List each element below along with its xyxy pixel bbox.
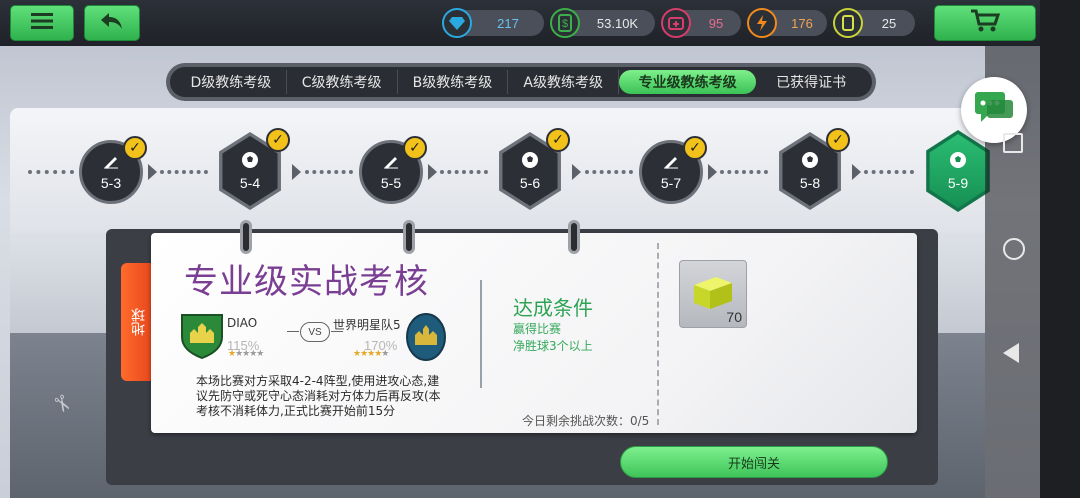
card-counter[interactable]: 25 (833, 8, 915, 38)
home-team-name: DIAO (227, 316, 258, 330)
shop-button[interactable] (934, 5, 1036, 41)
track-dots (160, 170, 208, 174)
track-arrow (572, 164, 581, 180)
tab-certificates[interactable]: 已获得证书 (756, 70, 866, 94)
check-icon: ✓ (266, 128, 290, 152)
exam-title: 专业级实战考核 (184, 262, 429, 302)
hamburger-icon (31, 12, 53, 34)
menu-button[interactable] (10, 5, 74, 41)
tab-a-level[interactable]: A级教练考级 (508, 70, 620, 94)
recent-apps-icon[interactable] (1003, 133, 1023, 153)
energy-icon (747, 8, 777, 38)
level-node-5-9[interactable]: 5-9 (921, 130, 995, 212)
away-team-name: 世界明星队5 (333, 318, 401, 332)
home-team-stars: ★★★★★ (228, 349, 264, 359)
chat-bubble-icon (973, 90, 1015, 130)
medkit-value: 95 (708, 15, 724, 31)
cash-counter[interactable]: $ 53.10K (550, 8, 655, 38)
pen-icon (383, 154, 399, 173)
card-value: 25 (881, 15, 897, 31)
diamond-value: 217 (497, 15, 519, 31)
energy-value: 176 (791, 15, 813, 31)
home-icon[interactable] (1003, 238, 1025, 260)
level-node-5-4[interactable]: ✓ 5-4 (214, 128, 290, 210)
level-node-5-7[interactable]: ✓ 5-7 (639, 136, 707, 204)
condition-item: 净胜球3个以上 (513, 339, 593, 353)
check-icon: ✓ (123, 136, 147, 160)
track-dots (720, 170, 768, 174)
binder-ring (240, 220, 252, 254)
divider (480, 280, 482, 388)
binder-ring (403, 220, 415, 254)
tab-pro-level[interactable]: 专业级教练考级 (619, 70, 757, 94)
level-node-5-3[interactable]: ✓ 5-3 (79, 136, 147, 204)
exam-tab-bar: D级教练考级 C级教练考级 B级教练考级 A级教练考级 专业级教练考级 已获得证… (166, 63, 876, 101)
level-node-5-5[interactable]: ✓ 5-5 (359, 136, 427, 204)
medkit-icon (661, 8, 691, 38)
card-icon (833, 8, 863, 38)
tab-b-level[interactable]: B级教练考级 (398, 70, 509, 94)
cart-icon (970, 9, 1001, 37)
reward-item[interactable]: 70 (679, 260, 747, 328)
vs-badge: VS (300, 322, 330, 342)
track-arrow (292, 164, 301, 180)
away-team-stars: ★★★★★ (353, 349, 389, 359)
back-arrow-icon (99, 11, 125, 35)
vs-line (287, 331, 299, 332)
right-edge (1040, 0, 1080, 498)
track-arrow (428, 164, 437, 180)
home-team-crest (180, 313, 224, 360)
track-arrow (708, 164, 717, 180)
exam-description: 本场比赛对方采取4-2-4阵型,使用进攻心态,建议先防守或死守心态消耗对方体力后… (196, 374, 441, 418)
track-dots (28, 170, 74, 174)
start-challenge-button[interactable]: 开始闯关 (620, 446, 888, 478)
track-dots (305, 170, 353, 174)
remaining-attempts: 今日剩余挑战次数：0/5 (522, 414, 650, 428)
conditions-title: 达成条件 (513, 296, 593, 320)
side-tab-label: 地球 (131, 308, 147, 336)
pen-icon (103, 154, 119, 173)
energy-counter[interactable]: 176 (747, 8, 827, 38)
soccer-ball-icon (801, 151, 819, 173)
check-icon: ✓ (683, 136, 707, 160)
track-arrow (148, 164, 157, 180)
track-dots (864, 170, 914, 174)
level-node-5-6[interactable]: ✓ 5-6 (494, 128, 570, 210)
condition-item: 赢得比赛 (513, 322, 562, 336)
android-back-icon[interactable] (1003, 343, 1019, 363)
binder-ring (568, 220, 580, 254)
back-button[interactable] (84, 5, 140, 41)
track-dots (585, 170, 633, 174)
check-icon: ✓ (546, 128, 570, 152)
level-node-5-8[interactable]: ✓ 5-8 (774, 128, 850, 210)
away-team-crest (406, 313, 446, 361)
check-icon: ✓ (826, 128, 850, 152)
diamond-counter[interactable]: 217 (442, 8, 544, 38)
cash-icon: $ (550, 8, 580, 38)
soccer-ball-icon (241, 151, 259, 173)
dashed-divider (657, 243, 659, 425)
pen-icon (663, 154, 679, 173)
diamond-icon (442, 8, 472, 38)
track-arrow (852, 164, 861, 180)
cash-value: 53.10K (596, 15, 639, 31)
soccer-ball-icon (949, 151, 967, 173)
check-icon: ✓ (403, 136, 427, 160)
svg-text:$: $ (562, 18, 568, 30)
reward-count: 70 (726, 309, 742, 325)
tab-d-level[interactable]: D级教练考级 (176, 70, 287, 94)
soccer-ball-icon (521, 151, 539, 173)
medkit-counter[interactable]: 95 (661, 8, 741, 38)
tab-c-level[interactable]: C级教练考级 (287, 70, 398, 94)
track-dots (440, 170, 488, 174)
